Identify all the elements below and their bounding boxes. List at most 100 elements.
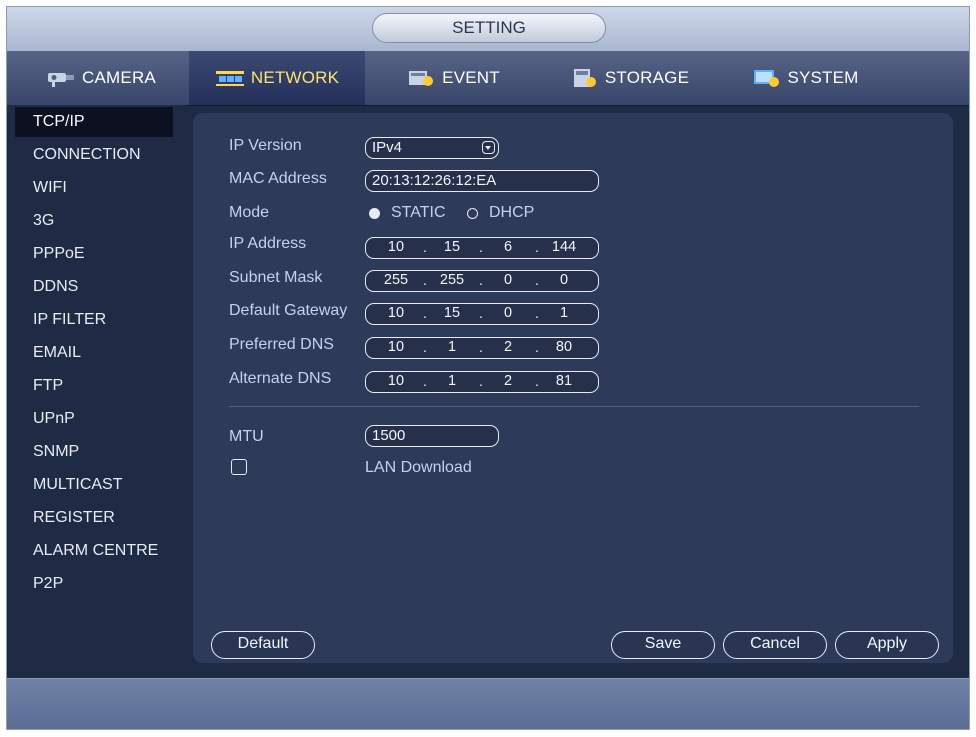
sidebar-item-email[interactable]: EMAIL bbox=[15, 338, 173, 368]
mode-static-label: STATIC bbox=[391, 204, 446, 221]
default-gateway-octet-2: 15 bbox=[443, 305, 461, 321]
mode-label: Mode bbox=[229, 204, 270, 221]
ip-separator: . bbox=[423, 272, 427, 288]
sidebar-item-register[interactable]: REGISTER bbox=[15, 503, 173, 533]
tab-storage-label: STORAGE bbox=[604, 68, 690, 87]
sidebar-item-tcpip[interactable]: TCP/IP bbox=[15, 107, 173, 137]
ip-version-select[interactable]: IPv4 bbox=[365, 137, 499, 159]
network-sidebar: TCP/IP CONNECTION WIFI 3G PPPoE DDNS IP … bbox=[7, 105, 185, 680]
section-divider bbox=[229, 406, 919, 407]
default-gateway-octet-1: 10 bbox=[387, 305, 405, 321]
sidebar-item-multicast[interactable]: MULTICAST bbox=[15, 470, 173, 500]
default-gateway-input[interactable]: 10 . 15 . 0 . 1 bbox=[365, 303, 599, 325]
alternate-dns-octet-2: 1 bbox=[447, 373, 457, 389]
default-gateway-label: Default Gateway bbox=[229, 302, 348, 319]
preferred-dns-input[interactable]: 10 . 1 . 2 . 80 bbox=[365, 337, 599, 359]
sidebar-item-ip-filter[interactable]: IP FILTER bbox=[15, 305, 173, 335]
subnet-mask-label: Subnet Mask bbox=[229, 269, 323, 286]
chevron-down-icon bbox=[482, 141, 495, 154]
ip-separator: . bbox=[479, 339, 483, 355]
ip-separator: . bbox=[535, 272, 539, 288]
preferred-dns-octet-4: 80 bbox=[555, 339, 573, 355]
tcpip-panel: IP Version IPv4 MAC Address 20:13:12:26:… bbox=[193, 113, 953, 663]
sidebar-item-ftp[interactable]: FTP bbox=[15, 371, 173, 401]
sidebar-item-pppoe[interactable]: PPPoE bbox=[15, 239, 173, 269]
ip-address-octet-3: 6 bbox=[503, 239, 513, 255]
default-gateway-octet-4: 1 bbox=[559, 305, 569, 321]
ip-separator: . bbox=[423, 239, 427, 255]
subnet-mask-octet-3: 0 bbox=[503, 272, 513, 288]
ip-separator: . bbox=[423, 373, 427, 389]
tab-event[interactable]: EVENT bbox=[365, 51, 541, 105]
ip-separator: . bbox=[479, 373, 483, 389]
sidebar-item-alarm-centre[interactable]: ALARM CENTRE bbox=[15, 536, 173, 566]
alternate-dns-input[interactable]: 10 . 1 . 2 . 81 bbox=[365, 371, 599, 393]
preferred-dns-label: Preferred DNS bbox=[229, 336, 334, 353]
main-tabs: CAMERA NETWORK EVENT STORAGE SYSTEM bbox=[7, 51, 969, 106]
apply-button[interactable]: Apply bbox=[835, 631, 939, 659]
ip-separator: . bbox=[535, 239, 539, 255]
camera-icon bbox=[46, 68, 76, 88]
default-gateway-octet-3: 0 bbox=[503, 305, 513, 321]
lan-download-checkbox[interactable] bbox=[231, 459, 247, 475]
sidebar-item-snmp[interactable]: SNMP bbox=[15, 437, 173, 467]
subnet-mask-input[interactable]: 255 . 255 . 0 . 0 bbox=[365, 270, 599, 292]
preferred-dns-octet-1: 10 bbox=[387, 339, 405, 355]
setting-window: SETTING CAMERA NETWORK EVENT STORAGE SYS… bbox=[6, 6, 970, 730]
title-bar: SETTING bbox=[7, 7, 969, 52]
mac-address-value: 20:13:12:26:12:EA bbox=[372, 172, 497, 189]
tab-network-label: NETWORK bbox=[250, 68, 340, 87]
bottom-bar bbox=[7, 678, 969, 729]
mtu-label: MTU bbox=[229, 428, 264, 445]
tab-storage[interactable]: STORAGE bbox=[541, 51, 717, 105]
tab-system[interactable]: SYSTEM bbox=[717, 51, 893, 105]
tab-camera[interactable]: CAMERA bbox=[13, 51, 189, 105]
mtu-value: 1500 bbox=[372, 427, 406, 444]
lan-download-label: LAN Download bbox=[365, 459, 472, 476]
sidebar-item-upnp[interactable]: UPnP bbox=[15, 404, 173, 434]
sidebar-item-ddns[interactable]: DDNS bbox=[15, 272, 173, 302]
ip-address-input[interactable]: 10 . 15 . 6 . 144 bbox=[365, 237, 599, 259]
mode-static-radio[interactable] bbox=[369, 208, 380, 219]
subnet-mask-octet-4: 0 bbox=[559, 272, 569, 288]
ip-separator: . bbox=[535, 373, 539, 389]
sidebar-item-p2p[interactable]: P2P bbox=[15, 569, 173, 599]
ip-address-label: IP Address bbox=[229, 235, 307, 252]
ip-separator: . bbox=[479, 305, 483, 321]
ip-address-octet-4: 144 bbox=[551, 239, 577, 255]
tab-event-label: EVENT bbox=[442, 68, 500, 87]
ip-separator: . bbox=[535, 339, 539, 355]
alternate-dns-octet-1: 10 bbox=[387, 373, 405, 389]
ip-address-octet-2: 15 bbox=[443, 239, 461, 255]
ip-separator: . bbox=[479, 239, 483, 255]
default-button[interactable]: Default bbox=[211, 631, 315, 659]
sidebar-item-wifi[interactable]: WIFI bbox=[15, 173, 173, 203]
tab-network[interactable]: NETWORK bbox=[189, 51, 365, 105]
ip-separator: . bbox=[423, 305, 427, 321]
alternate-dns-octet-3: 2 bbox=[503, 373, 513, 389]
ip-version-label: IP Version bbox=[229, 137, 302, 154]
cancel-button[interactable]: Cancel bbox=[723, 631, 827, 659]
ip-separator: . bbox=[423, 339, 427, 355]
alternate-dns-label: Alternate DNS bbox=[229, 370, 332, 387]
mtu-input[interactable]: 1500 bbox=[365, 425, 499, 447]
mode-dhcp-label: DHCP bbox=[489, 204, 535, 221]
network-icon bbox=[215, 68, 245, 88]
tab-system-label: SYSTEM bbox=[787, 68, 859, 87]
ip-separator: . bbox=[535, 305, 539, 321]
ip-separator: . bbox=[479, 272, 483, 288]
tab-camera-label: CAMERA bbox=[82, 68, 156, 87]
mac-address-field: 20:13:12:26:12:EA bbox=[365, 170, 599, 192]
ip-address-octet-1: 10 bbox=[387, 239, 405, 255]
mode-dhcp-radio[interactable] bbox=[467, 208, 478, 219]
ip-version-value: IPv4 bbox=[372, 139, 403, 156]
sidebar-item-connection[interactable]: CONNECTION bbox=[15, 140, 173, 170]
system-icon bbox=[751, 68, 781, 88]
sidebar-item-3g[interactable]: 3G bbox=[15, 206, 173, 236]
mac-address-label: MAC Address bbox=[229, 170, 327, 187]
subnet-mask-octet-1: 255 bbox=[383, 272, 409, 288]
preferred-dns-octet-2: 1 bbox=[447, 339, 457, 355]
event-icon bbox=[406, 68, 436, 88]
save-button[interactable]: Save bbox=[611, 631, 715, 659]
preferred-dns-octet-3: 2 bbox=[503, 339, 513, 355]
